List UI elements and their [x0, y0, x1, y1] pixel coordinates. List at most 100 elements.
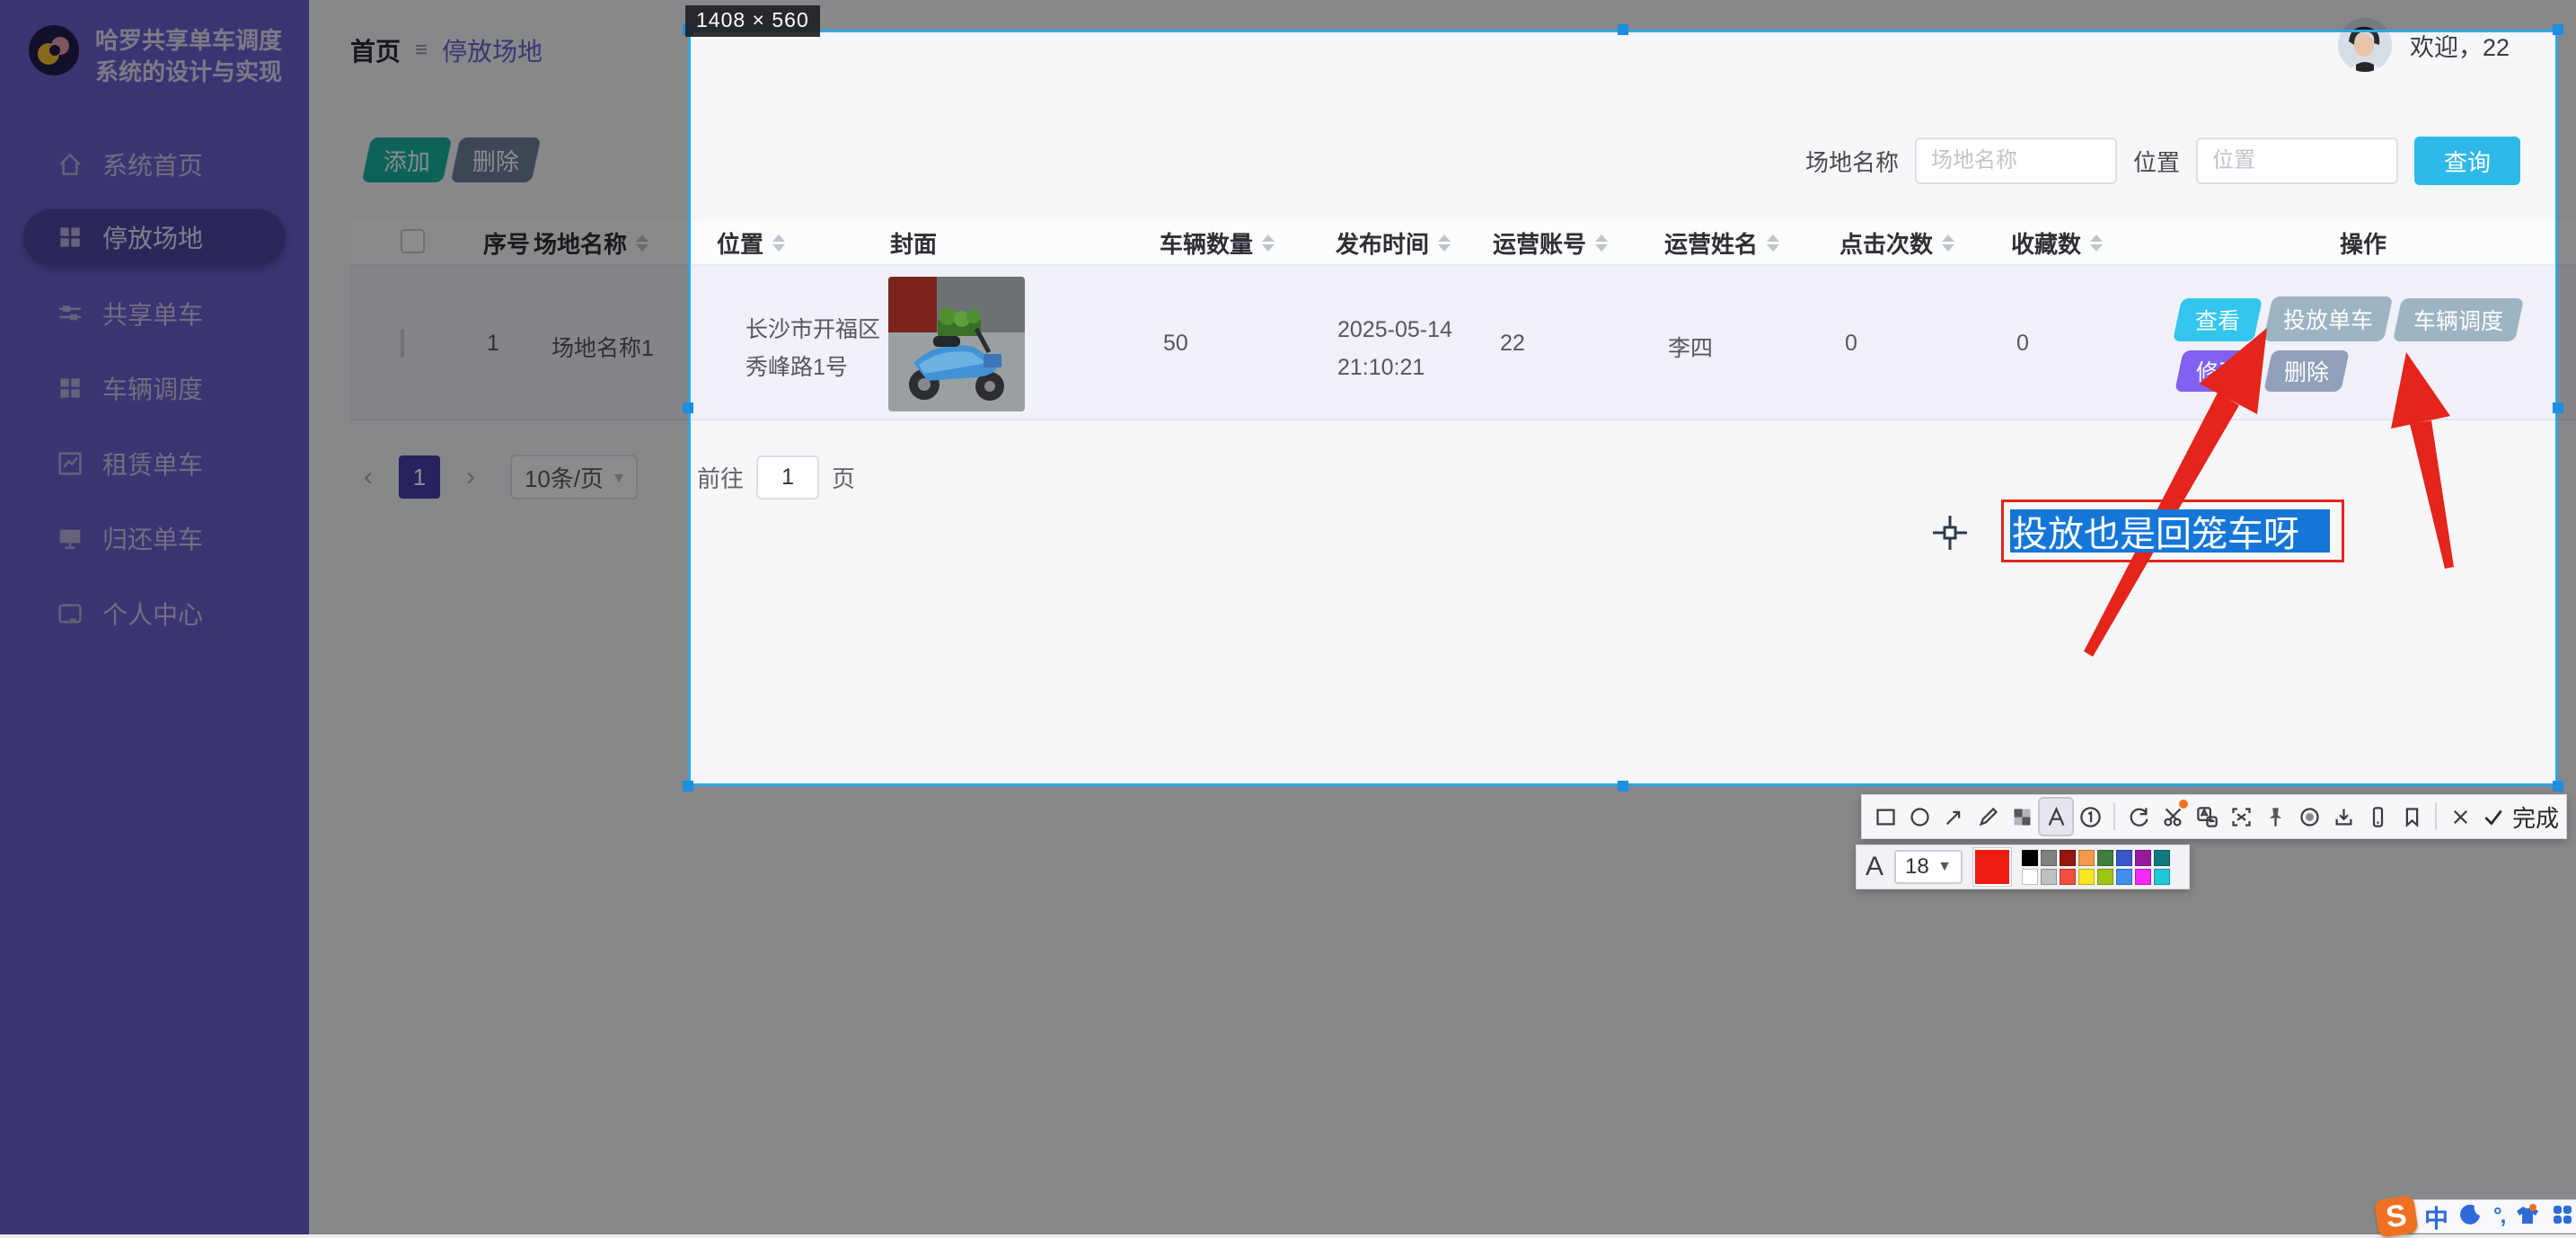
dim-overlay-left	[0, 30, 688, 786]
annotation-highlight: 投放也是回笼车呀	[2010, 509, 2330, 553]
welcome-text: 欢迎，22	[2410, 28, 2510, 63]
goto-page-input[interactable]	[756, 455, 819, 500]
palette-color-swatch[interactable]	[2097, 869, 2113, 885]
rectangle-tool-icon[interactable]	[1869, 799, 1901, 835]
header-actions: 操作	[2340, 226, 2386, 260]
toolbar-divider	[2113, 803, 2115, 830]
palette-color-swatch[interactable]	[2060, 869, 2076, 885]
search-button[interactable]: 查询	[2414, 137, 2520, 185]
cell-account: 22	[1500, 331, 1525, 357]
header-location[interactable]: 位置	[717, 226, 785, 260]
palette-color-swatch[interactable]	[2116, 850, 2132, 866]
number-step-tool-icon[interactable]	[2074, 799, 2106, 835]
header-account[interactable]: 运营账号	[1493, 226, 1608, 260]
toolbar-divider	[2435, 803, 2437, 830]
pin-icon[interactable]	[2259, 799, 2291, 835]
row-delete-button[interactable]: 删除	[2263, 350, 2350, 392]
palette-color-swatch[interactable]	[2022, 869, 2038, 885]
location-filter-label: 位置	[2133, 145, 2180, 178]
ime-bar: S 中 °,	[2377, 1198, 2576, 1234]
skin-shirt-icon[interactable]	[2515, 1203, 2540, 1231]
goto-suffix: 页	[832, 461, 855, 494]
bookmark-icon[interactable]	[2395, 799, 2428, 835]
sort-icon[interactable]	[1438, 234, 1451, 252]
palette-color-swatch[interactable]	[2041, 850, 2057, 866]
header-operator[interactable]: 运营姓名	[1664, 226, 1779, 260]
selection-handle[interactable]	[2553, 402, 2563, 413]
ocr-icon[interactable]	[2225, 799, 2257, 835]
done-button[interactable]: 完成	[2482, 800, 2559, 834]
cell-quantity: 50	[1163, 331, 1188, 357]
ime-menu-grid-icon[interactable]	[2551, 1203, 2574, 1231]
location-filter-input[interactable]	[2196, 137, 2398, 184]
selection-handle[interactable]	[2553, 24, 2563, 35]
ellipse-tool-icon[interactable]	[1903, 799, 1936, 835]
palette-color-swatch[interactable]	[2022, 850, 2038, 866]
name-filter-label: 场地名称	[1805, 145, 1899, 178]
selection-handle[interactable]	[1618, 24, 1628, 35]
screen-clip-icon[interactable]	[2157, 799, 2189, 835]
deploy-bike-button[interactable]: 投放单车	[2263, 296, 2394, 341]
header-quantity[interactable]: 车辆数量	[1160, 226, 1275, 260]
chevron-down-icon: ▼	[1937, 859, 1952, 875]
dim-overlay-top	[0, 0, 2576, 30]
header-favorites[interactable]: 收藏数	[2011, 226, 2103, 260]
capture-toolbar: 完成	[1861, 794, 2567, 839]
cell-favorites: 0	[2016, 331, 2029, 357]
palette-color-swatch[interactable]	[2060, 850, 2076, 866]
translate-icon[interactable]	[2191, 799, 2223, 835]
current-color-swatch[interactable]	[1973, 848, 2011, 886]
annotation-text: 投放也是回笼车呀	[2010, 505, 2299, 557]
palette-color-swatch[interactable]	[2135, 850, 2151, 866]
selection-size-badge: 1408 × 560	[685, 5, 820, 37]
phone-icon[interactable]	[2361, 799, 2394, 835]
sort-icon[interactable]	[772, 234, 785, 252]
annotation-textbox[interactable]: 投放也是回笼车呀	[2001, 500, 2344, 562]
palette-color-swatch[interactable]	[2097, 850, 2113, 866]
sort-icon[interactable]	[1262, 234, 1275, 252]
record-icon[interactable]	[2293, 799, 2325, 835]
ime-language-toggle[interactable]: 中	[2424, 1199, 2448, 1234]
cell-clicks: 0	[1845, 331, 1857, 357]
ime-punctuation-toggle[interactable]: °,	[2493, 1204, 2504, 1229]
pencil-tool-icon[interactable]	[1972, 799, 2004, 835]
moon-icon[interactable]	[2459, 1203, 2483, 1231]
arrow-tool-icon[interactable]	[1937, 799, 1970, 835]
font-size-select[interactable]: 18 ▼	[1894, 850, 1963, 884]
sort-icon[interactable]	[1595, 234, 1608, 252]
palette-color-swatch[interactable]	[2135, 869, 2151, 885]
palette-color-swatch[interactable]	[2078, 869, 2095, 885]
cover-image[interactable]	[888, 277, 1025, 411]
undo-icon[interactable]	[2122, 799, 2155, 835]
mosaic-tool-icon[interactable]	[2006, 799, 2038, 835]
sort-icon[interactable]	[1942, 234, 1954, 252]
view-button[interactable]: 查看	[2173, 298, 2263, 341]
crosshair-icon	[1931, 514, 1969, 552]
text-tool-icon[interactable]	[2040, 799, 2072, 835]
header-cover: 封面	[890, 226, 937, 260]
sogou-logo[interactable]: S	[2374, 1195, 2418, 1238]
close-icon[interactable]	[2444, 799, 2476, 835]
color-palette	[2022, 850, 2170, 885]
sort-icon[interactable]	[1767, 234, 1779, 252]
vehicle-dispatch-button[interactable]: 车辆调度	[2393, 298, 2524, 341]
name-filter-input[interactable]	[1915, 137, 2117, 184]
header-clicks[interactable]: 点击次数	[1839, 226, 1954, 260]
palette-color-swatch[interactable]	[2116, 869, 2132, 885]
palette-color-swatch[interactable]	[2154, 850, 2170, 866]
sort-icon[interactable]	[2090, 234, 2103, 252]
cell-publish-time: 2025-05-14 21:10:21	[1337, 311, 1490, 386]
selection-handle[interactable]	[683, 781, 693, 791]
selection-handle[interactable]	[1618, 781, 1628, 791]
palette-color-swatch[interactable]	[2041, 869, 2057, 885]
download-icon[interactable]	[2327, 799, 2360, 835]
cell-operator: 李四	[1668, 331, 1713, 363]
palette-color-swatch[interactable]	[2078, 850, 2095, 866]
selection-handle[interactable]	[2553, 781, 2563, 791]
palette-color-swatch[interactable]	[2154, 869, 2170, 885]
text-style-toolbar: A 18 ▼	[1856, 844, 2190, 889]
edit-button[interactable]: 修改	[2175, 350, 2263, 392]
header-publish-time[interactable]: 发布时间	[1336, 226, 1451, 260]
selection-handle[interactable]	[683, 402, 693, 413]
cell-location: 长沙市开福区秀峰路1号	[745, 311, 900, 386]
